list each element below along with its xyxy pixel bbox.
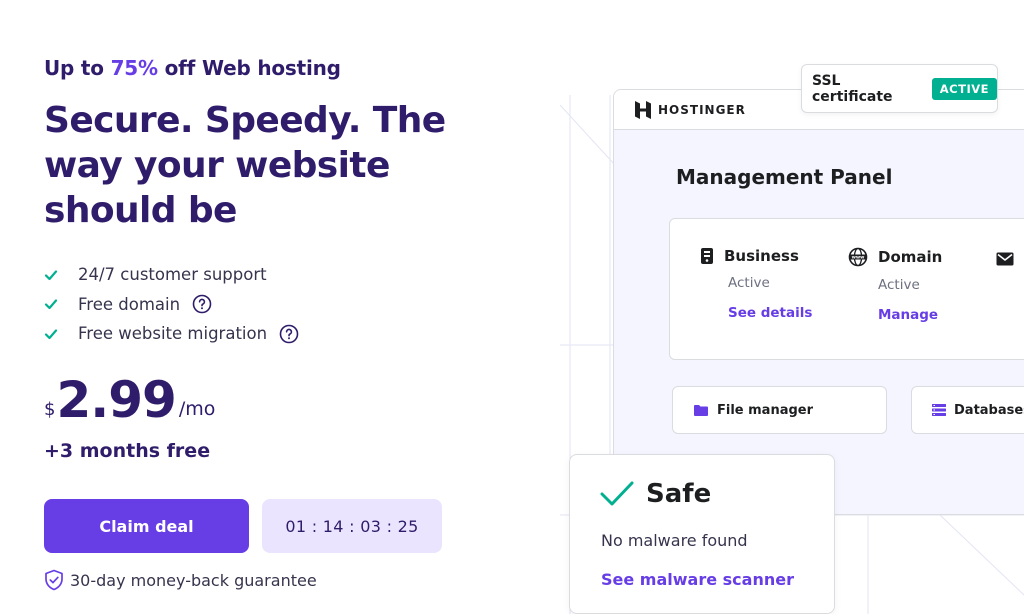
check-icon <box>44 297 58 311</box>
bonus-text: +3 months free <box>44 440 211 462</box>
see-malware-scanner-link[interactable]: See malware scanner <box>601 570 794 589</box>
service-name: Domain <box>878 248 943 266</box>
server-icon <box>701 248 713 264</box>
tile-label: Databases <box>954 402 1024 418</box>
file-manager-tile[interactable]: File manager <box>672 386 887 434</box>
svg-text:www: www <box>852 256 865 261</box>
countdown-timer: 01 : 14 : 03 : 25 <box>262 499 442 553</box>
safe-title: Safe <box>646 479 712 509</box>
service-business: Business Active See details <box>700 247 812 321</box>
service-email <box>996 251 1014 270</box>
malware-safe-card: Safe No malware found See malware scanne… <box>569 454 835 614</box>
promo-suffix: off Web hosting <box>164 56 341 80</box>
service-domain: www Domain Active Manage <box>848 247 942 323</box>
hero-headline: Secure. Speedy. The way your website sho… <box>44 100 446 231</box>
tile-label: File manager <box>717 402 814 418</box>
hostinger-logo-icon <box>635 100 651 119</box>
checkmark-icon <box>600 481 634 506</box>
database-icon <box>932 404 946 416</box>
management-panel-card: HOSTINGER Management Panel Business Acti… <box>613 89 1024 515</box>
check-icon <box>44 268 58 282</box>
price-period: /mo <box>178 398 216 420</box>
help-icon[interactable] <box>279 324 299 344</box>
ssl-label: SSL certificate <box>812 72 893 105</box>
manage-link[interactable]: Manage <box>878 307 938 323</box>
databases-tile[interactable]: Databases <box>911 386 1024 434</box>
claim-deal-button[interactable]: Claim deal <box>44 499 249 553</box>
money-back-guarantee: 30-day money-back guarantee <box>44 569 317 591</box>
feature-item: Free domain <box>44 290 299 320</box>
folder-icon <box>694 404 708 416</box>
panel-title: Management Panel <box>676 165 893 189</box>
ssl-status-badge: ACTIVE <box>931 77 997 100</box>
help-icon[interactable] <box>192 294 212 314</box>
see-details-link[interactable]: See details <box>728 305 812 321</box>
check-icon <box>44 327 58 341</box>
feature-list: 24/7 customer support Free domain Free w… <box>44 260 299 349</box>
price-amount: 2.99 <box>56 371 176 429</box>
feature-label: Free domain <box>78 294 181 314</box>
feature-label: 24/7 customer support <box>78 265 267 285</box>
feature-label: Free website migration <box>78 324 268 344</box>
ssl-certificate-card: SSL certificate ACTIVE <box>801 64 998 113</box>
price: $ 2.99 /mo <box>44 372 215 428</box>
services-card: Business Active See details www Domain A… <box>669 218 1024 360</box>
feature-item: 24/7 customer support <box>44 260 299 290</box>
shield-check-icon <box>45 569 63 591</box>
guarantee-label: 30-day money-back guarantee <box>70 570 317 590</box>
brand-name: HOSTINGER <box>658 102 746 117</box>
service-status: Active <box>728 275 770 291</box>
service-status: Active <box>878 277 920 293</box>
promo-line: Up to 75% off Web hosting <box>44 56 341 80</box>
feature-item: Free website migration <box>44 319 299 349</box>
envelope-icon <box>996 252 1014 266</box>
price-currency: $ <box>44 399 56 420</box>
safe-message: No malware found <box>601 531 748 550</box>
promo-prefix: Up to <box>44 56 104 80</box>
service-name: Business <box>724 247 799 265</box>
promo-percent: 75% <box>110 56 158 80</box>
www-globe-icon: www <box>848 247 868 267</box>
